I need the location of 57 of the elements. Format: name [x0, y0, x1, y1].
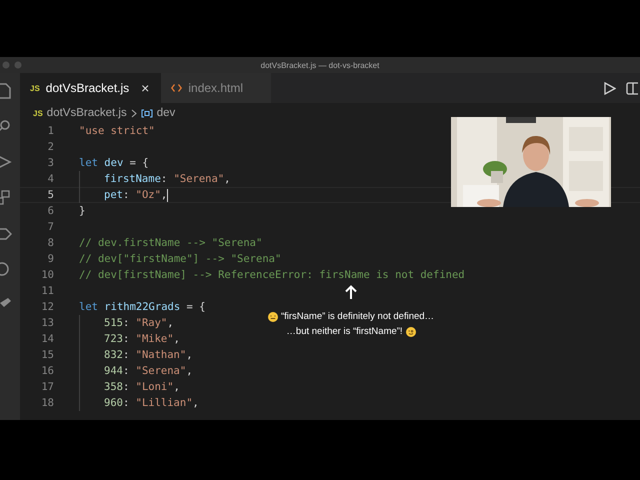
code-line: 832: "Nathan", [104, 349, 193, 361]
up-arrow-icon [345, 285, 357, 299]
line-number: 1 [46, 125, 54, 137]
code-line: pet: "Oz", [104, 189, 168, 201]
line-number: 15 [40, 349, 54, 361]
line-number: 8 [46, 237, 54, 249]
emoji-icon [406, 326, 416, 336]
code-line: // dev["firstName"] --> "Serena" [79, 253, 282, 265]
code-line: 960: "Lillian", [104, 397, 199, 409]
line-number: 18 [40, 397, 54, 409]
code-line: 358: "Loni", [104, 381, 180, 393]
text-cursor [167, 188, 168, 202]
search-icon[interactable] [0, 120, 12, 134]
line-number: 5 [46, 189, 54, 201]
play-icon[interactable] [0, 155, 12, 169]
line-number: 10 [40, 269, 54, 281]
editor-tab[interactable]: index.html [161, 73, 272, 103]
caption-text: …but neither is “firstName”! [286, 326, 403, 337]
line-number: 14 [40, 333, 54, 345]
line-number: 12 [40, 301, 54, 313]
code-icon [171, 84, 182, 92]
chevron-icon [130, 108, 137, 118]
line-number: 11 [40, 285, 54, 297]
code-line: 723: "Mike", [104, 333, 180, 345]
variable-icon [140, 108, 153, 118]
breadcrumb-file[interactable]: dotVsBracket.js [46, 107, 127, 119]
line-number: 6 [46, 205, 54, 217]
code-line: firstName: "Serena", [104, 173, 230, 185]
code-line: let rithm22Grads = { [79, 301, 206, 313]
split-editor-icon[interactable] [626, 82, 638, 94]
close-button[interactable]: × [141, 80, 150, 96]
line-number: 9 [46, 253, 54, 265]
line-number: 17 [40, 381, 54, 393]
code-line: 944: "Serena", [104, 365, 193, 377]
code-line: // dev.firstName --> "Serena" [79, 237, 262, 249]
window-title: dotVsBracket.js — dot-vs-bracket [260, 60, 380, 70]
play-icon[interactable] [604, 82, 616, 94]
code-line: "use strict" [79, 125, 155, 137]
javascript-file-icon: JS [30, 84, 40, 92]
line-number: 16 [40, 365, 54, 377]
breadcrumb-symbol[interactable]: dev [156, 107, 176, 119]
line-number: 13 [40, 317, 54, 329]
line-number: 7 [46, 221, 54, 233]
caption-text: “firsName” is definitely not defined… [280, 311, 434, 322]
editor-tab[interactable]: JS dotVsBracket.js × [20, 73, 162, 103]
line-number: 3 [46, 157, 54, 169]
files-icon[interactable] [0, 83, 12, 99]
code-line: } [79, 205, 86, 217]
javascript-file-icon: JS [33, 108, 43, 118]
emoji-icon [268, 312, 278, 322]
tag-icon[interactable] [0, 227, 12, 241]
line-number: 4 [46, 173, 54, 185]
code-line: let dev = { [79, 157, 149, 169]
code-line: 515: "Ray", [104, 317, 174, 329]
line-number: 2 [46, 141, 54, 153]
extensions-icon[interactable] [0, 190, 12, 206]
code-line: // dev[firstName] --> ReferenceError: firsName is not defined [79, 269, 465, 281]
